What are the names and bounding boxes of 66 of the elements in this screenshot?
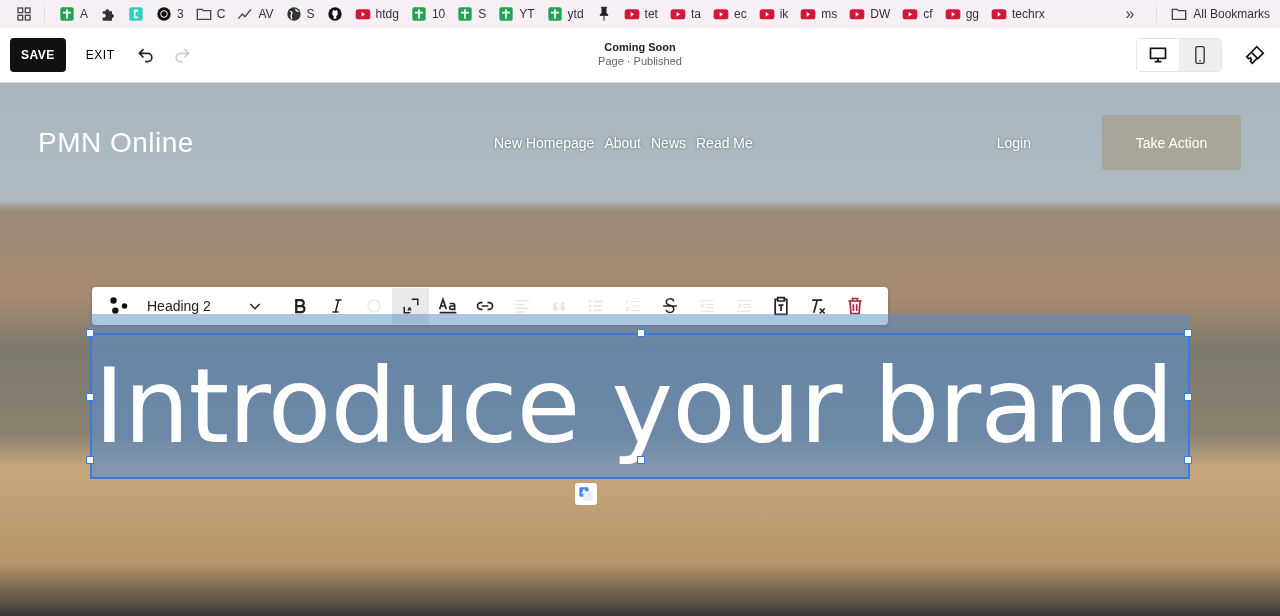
resize-handle[interactable] [86,329,94,337]
bookmark[interactable]: AV [237,3,274,25]
bookmark[interactable]: techrx [991,3,1045,25]
resize-handle[interactable] [637,456,645,464]
bookmark[interactable]: cf [902,3,933,25]
play-button-icon [669,6,686,22]
resize-handle[interactable] [1184,393,1192,401]
resize-handle[interactable] [86,393,94,401]
play-button-icon [991,6,1008,22]
apps-grid-icon [16,6,32,22]
play-button-icon [623,6,640,22]
play-button-icon [758,6,775,22]
resize-handle[interactable] [1184,456,1192,464]
resize-handle[interactable] [1184,329,1192,337]
translate-glyph-icon [578,486,594,502]
spreadsheet-icon [457,6,474,22]
hero-heading[interactable]: Introduce your brand [90,333,1190,479]
mobile-view-button[interactable] [1179,39,1221,71]
paintbrush-icon [1244,44,1266,66]
translate-icon[interactable] [575,483,597,505]
monitor-icon [1148,45,1168,65]
cat-logo-icon [326,6,343,22]
format-button[interactable] [392,288,429,324]
bookmark[interactable]: ec [712,3,747,25]
bookmark[interactable]: DW [849,3,891,25]
folder-icon [195,6,212,22]
play-button-icon [849,6,866,22]
play-button-icon [800,6,817,22]
resize-handle[interactable] [637,329,645,337]
bookmark[interactable]: 3 [156,3,184,25]
dots-icon [107,295,130,317]
resize-handle[interactable] [86,456,94,464]
bookmark[interactable]: S [457,3,487,25]
trend-line-icon [237,6,254,22]
bookmark[interactable]: htdg [354,3,399,25]
bookmark[interactable]: ik [758,3,789,25]
bookmark[interactable]: YT [498,3,535,25]
swirl-logo-icon [156,6,172,22]
play-button-icon [712,6,729,22]
spreadsheet-icon [546,6,563,22]
text-style-dropdown[interactable]: Heading 2 [143,291,267,321]
play-button-icon [354,6,371,22]
bookmark[interactable]: tet [623,3,658,25]
exit-button[interactable]: EXIT [75,40,125,70]
puzzle-icon [100,6,116,22]
all-bookmarks-button[interactable]: All Bookmarks [1171,6,1270,22]
folder-icon [1171,6,1188,22]
save-button[interactable]: SAVE [10,38,66,72]
play-button-icon [902,6,919,22]
bookmark[interactable]: ytd [546,3,584,25]
bookmark[interactable]: S [285,3,315,25]
bookmark[interactable]: ta [669,3,701,25]
bookmark[interactable]: A [59,3,88,25]
page-title: Coming Soon [604,41,676,53]
bookmark[interactable]: C [195,3,226,25]
play-button-icon [944,6,961,22]
bookmark[interactable]: ms [800,3,838,25]
spreadsheet-icon [410,6,427,22]
page-status: Page · Published [598,55,682,67]
more-bookmarks-button[interactable]: » [1125,5,1135,23]
spreadsheet-icon [59,6,75,22]
bookmark[interactable]: gg [944,3,980,25]
bookmark[interactable]: 10 [410,3,446,25]
spreadsheet-icon [498,6,515,22]
globe-icon [285,6,302,22]
app-icon [128,6,144,22]
